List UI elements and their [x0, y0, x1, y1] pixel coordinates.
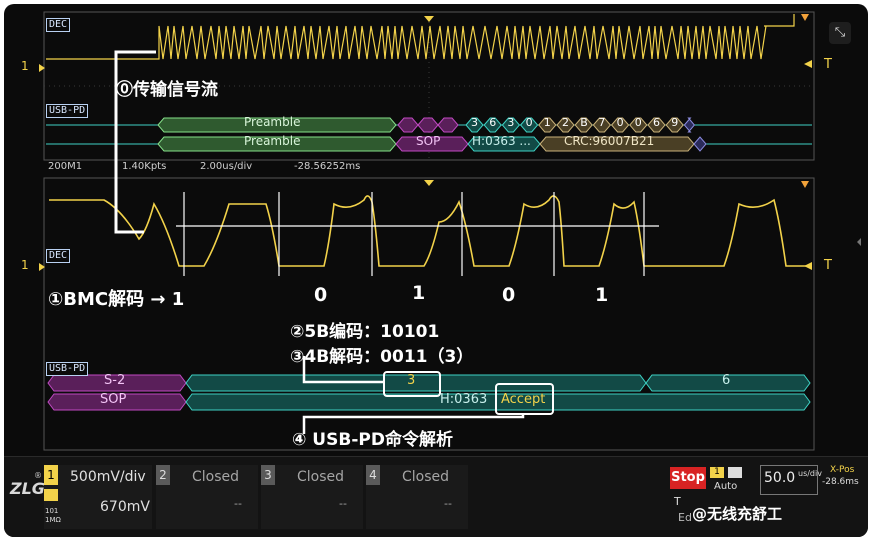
zoom-label: 200M1: [48, 161, 83, 172]
xpos-value: -28.6ms: [822, 477, 859, 487]
fullscreen-exit-icon[interactable]: ⤡: [829, 22, 851, 44]
trigger-type-icon: [728, 467, 742, 478]
brand-logo: ZLG: [10, 479, 45, 498]
trigger-mode[interactable]: Auto: [714, 481, 737, 492]
annotation-2: ②5B编码：10101: [290, 322, 440, 342]
preamble-label-row1: Preamble: [244, 115, 301, 129]
hex-digit-11: 6: [653, 116, 660, 129]
channel1-offset: 670mV: [100, 499, 150, 515]
annotation-1: ①BMC解码 → 1: [48, 289, 185, 310]
trigger-label-zoom: T: [824, 258, 832, 273]
hex-digit-4: 0: [525, 116, 533, 129]
trigger-source-badge[interactable]: 1: [710, 467, 724, 478]
bus-tag-top[interactable]: USB-PD: [46, 104, 89, 118]
channel4-state: Closed: [402, 469, 450, 485]
crc-label-top: CRC:96007B21: [564, 134, 655, 148]
oscilloscope-screen: 1 1 T T DEC USB-PD DEC USB-PD Preamble P…: [4, 4, 868, 537]
decoder-tag-zoom[interactable]: DEC: [46, 249, 71, 263]
waveform-canvas: [39, 11, 861, 451]
sop-label-zoom: SOP: [100, 392, 127, 407]
bit-value-2: 1: [412, 282, 426, 304]
channel3-dash: --: [339, 497, 347, 510]
nibble-label-next: 6: [722, 373, 731, 388]
hex-digit-8: 7: [598, 116, 606, 129]
zoom-bus-row1: [47, 374, 811, 392]
header-label-zoom: H:0363: [440, 392, 488, 407]
channel4-dash: --: [444, 497, 452, 510]
timebase-label: 2.00us/div: [200, 161, 253, 172]
ch1-level-label-top: 1: [21, 59, 29, 73]
channel1-zoom-waveform: [49, 195, 812, 267]
top-bus-row1: [46, 117, 812, 133]
trigger-position-marker: [424, 16, 434, 22]
trigger-label-top: T: [824, 57, 832, 72]
position-label: -28.56252ms: [294, 161, 361, 172]
timebase-box[interactable]: 50.0 us/div: [760, 465, 822, 495]
hex-digit-12: 9: [671, 116, 679, 129]
channel2-state: Closed: [192, 469, 240, 485]
hex-digit-5: 1: [543, 116, 551, 129]
bit-value-1: 0: [314, 284, 328, 306]
timebase-unit: us/div: [798, 469, 822, 478]
trigger-level-arrow-top: [804, 60, 812, 68]
hex-digit-6: 2: [562, 116, 569, 129]
channel1-panel[interactable]: 1 500mV/div 670mV 101 1MΩ: [44, 465, 152, 529]
control-bar: ZLG ® 1 500mV/div 670mV 101 1MΩ 2 Closed…: [4, 456, 868, 537]
channel2-dash: --: [234, 497, 242, 510]
side-panel-handle: [857, 238, 861, 246]
bit-value-4: 1: [595, 284, 609, 306]
hex-digit-7: B: [580, 116, 588, 129]
channel3-state: Closed: [297, 469, 345, 485]
channel1-number: 1: [44, 465, 58, 485]
annotation-4: ④ USB-PD命令解析: [292, 430, 453, 450]
channel2-number: 2: [156, 465, 170, 485]
channel3-number: 3: [261, 465, 275, 485]
channel2-panel[interactable]: 2 Closed --: [156, 465, 258, 529]
bus-tag-zoom[interactable]: USB-PD: [46, 362, 89, 376]
annotation-0: ⓪传输信号流: [116, 80, 218, 100]
watermark: @无线充舒工: [692, 505, 783, 523]
annotation-3: ③4B解码：0011（3）: [290, 347, 474, 367]
preamble-label-row2: Preamble: [244, 134, 301, 148]
channel1-overview-waveform: [46, 14, 795, 60]
hex-digit-2: 6: [489, 116, 497, 129]
hex-digit-10: 0: [634, 116, 642, 129]
zoom-trigger-position: [424, 180, 434, 186]
channel1-volts-div: 500mV/div: [70, 469, 146, 485]
timebase-value: 50.0: [764, 470, 796, 486]
trigger-level-arrow-zoom: [804, 262, 812, 270]
decoder-tag-top[interactable]: DEC: [46, 18, 71, 32]
accept-label: Accept: [501, 392, 546, 407]
hex-digit-3: 3: [507, 116, 515, 129]
hex-digit-9: 0: [616, 116, 624, 129]
ch1-level-label-zoom: 1: [21, 258, 29, 272]
points-label: 1.40Kpts: [122, 161, 167, 172]
xpos-label: X-Pos: [830, 465, 855, 475]
nibble-label: 3: [407, 373, 416, 388]
trigger-t-label: T: [674, 495, 681, 508]
header-label-top: H:0363 ...: [472, 134, 531, 148]
s2-label: S-2: [104, 373, 126, 388]
channel1-bandwidth: 101: [45, 507, 59, 515]
bit-value-3: 0: [502, 284, 516, 306]
channel1-impedance: 1MΩ: [45, 516, 61, 524]
channel1-coupling-icon: [44, 489, 58, 501]
top-end-marker: [801, 14, 809, 21]
channel3-panel[interactable]: 3 Closed --: [261, 465, 363, 529]
run-stop-button[interactable]: Stop: [670, 467, 706, 489]
trigger-edge-label: Ed: [678, 511, 692, 524]
zoom-trigger-marker: [801, 181, 809, 188]
hex-digit-1: 3: [471, 116, 478, 129]
registered-mark: ®: [34, 471, 42, 480]
channel4-number: 4: [366, 465, 380, 485]
channel4-panel[interactable]: 4 Closed --: [366, 465, 468, 529]
sop-label-top: SOP: [416, 134, 441, 148]
